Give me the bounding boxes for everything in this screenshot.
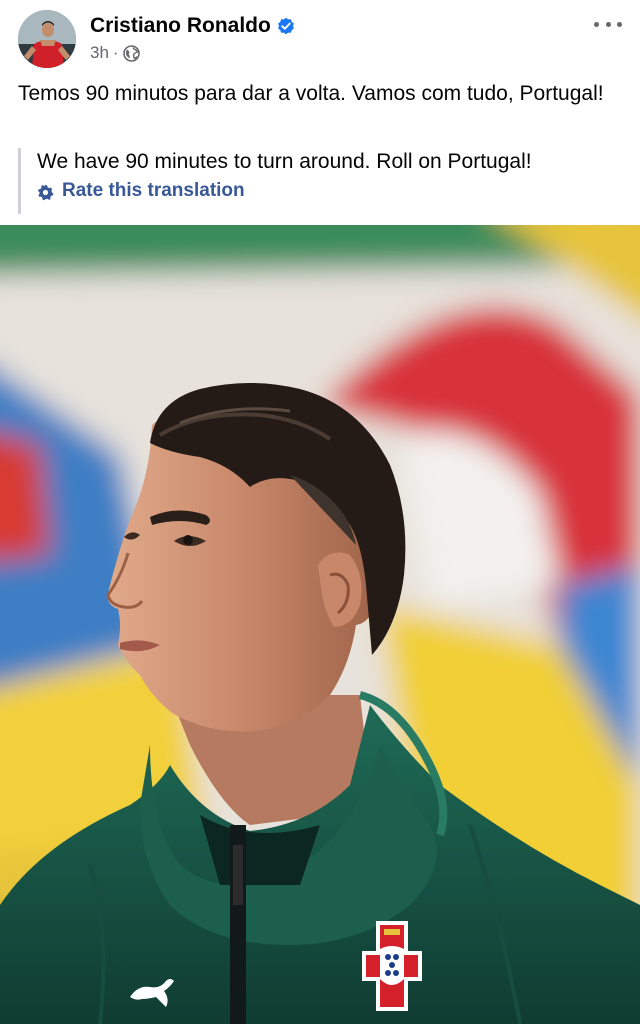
gear-icon bbox=[37, 183, 54, 200]
rate-translation-link[interactable]: Rate this translation bbox=[37, 178, 622, 204]
more-options-icon[interactable] bbox=[594, 14, 622, 34]
post-meta: 3h · bbox=[90, 42, 295, 64]
author-block: Cristiano Ronaldo 3h · bbox=[90, 12, 295, 64]
author-line: Cristiano Ronaldo bbox=[90, 12, 295, 40]
post-timestamp[interactable]: 3h bbox=[90, 42, 109, 64]
more-dot bbox=[594, 21, 599, 27]
more-dot bbox=[605, 21, 611, 27]
meta-separator: · bbox=[112, 43, 119, 62]
globe-icon[interactable] bbox=[122, 44, 140, 62]
more-dot bbox=[617, 21, 622, 27]
author-name[interactable]: Cristiano Ronaldo bbox=[90, 12, 271, 40]
post-photo[interactable] bbox=[0, 225, 640, 1024]
rate-translation-label: Rate this translation bbox=[62, 180, 245, 201]
author-avatar[interactable] bbox=[18, 10, 76, 68]
post-text: Temos 90 minutos para dar a volta. Vamos… bbox=[18, 82, 604, 105]
translation-text: We have 90 minutes to turn around. Roll … bbox=[37, 150, 532, 173]
translation-block: We have 90 minutes to turn around. Roll … bbox=[18, 148, 622, 214]
verified-badge-icon bbox=[277, 17, 295, 35]
post-header: Cristiano Ronaldo 3h · bbox=[0, 0, 640, 76]
